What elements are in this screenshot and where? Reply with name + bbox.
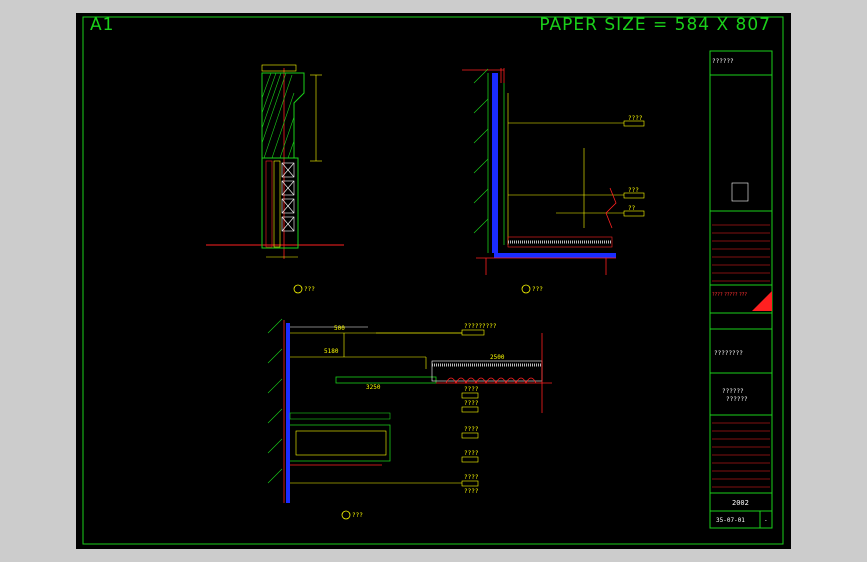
title-block: ?????? ???? ????? ??? ???????? ?????? ??… — [709, 50, 773, 529]
paper-size-label: PAPER SIZE = 584 X 807 — [539, 15, 771, 35]
detail-b-callout: ?? — [628, 205, 636, 212]
revision-mark: - — [764, 517, 768, 524]
cad-drawing-canvas[interactable]: ??? ???? ??? ?? ??? ????????? ???? ???? … — [76, 13, 791, 549]
dimension-label: 2500 — [490, 354, 505, 361]
dimension-label: 5180 — [324, 348, 339, 355]
drawing-name-1: ?????? — [722, 388, 744, 395]
detail-b-callout: ??? — [628, 187, 639, 194]
detail-a-title: ??? — [304, 286, 315, 293]
detail-c-callout: ???? — [464, 386, 479, 393]
detail-c-callout: ???? — [464, 488, 479, 495]
detail-b-callout: ???? — [628, 115, 643, 122]
detail-c-callout: ???? — [464, 426, 479, 433]
project-name: ?????? — [712, 58, 734, 65]
detail-b-title: ??? — [532, 286, 543, 293]
detail-c-callout: ???? — [464, 450, 479, 457]
drawing-date: 35-07-01 — [716, 517, 745, 524]
detail-b: ???? ??? ?? ??? — [462, 68, 645, 294]
sheet-border — [82, 16, 784, 545]
detail-a: ??? — [206, 64, 344, 294]
detail-c-callout: ???? — [464, 400, 479, 407]
dimension-label: 500 — [334, 325, 345, 332]
dimension-label: 3250 — [366, 384, 381, 391]
sheet-number: 2002 — [732, 499, 749, 507]
drawing-sheet: ??? ???? ??? ?? ??? ????????? ???? ???? … — [76, 13, 791, 549]
detail-c-callout: ????????? — [464, 323, 497, 330]
detail-c-title: ??? — [352, 512, 363, 519]
detail-c: ????????? ???? ???? ???? ???? ???? ???? … — [267, 318, 552, 520]
sheet-size-label: A1 — [90, 15, 115, 35]
detail-c-callout: ???? — [464, 474, 479, 481]
drawing-name-2: ?????? — [726, 396, 748, 403]
company-name: ???? ????? ??? — [712, 292, 747, 298]
drawing-title: ???????? — [714, 350, 743, 357]
